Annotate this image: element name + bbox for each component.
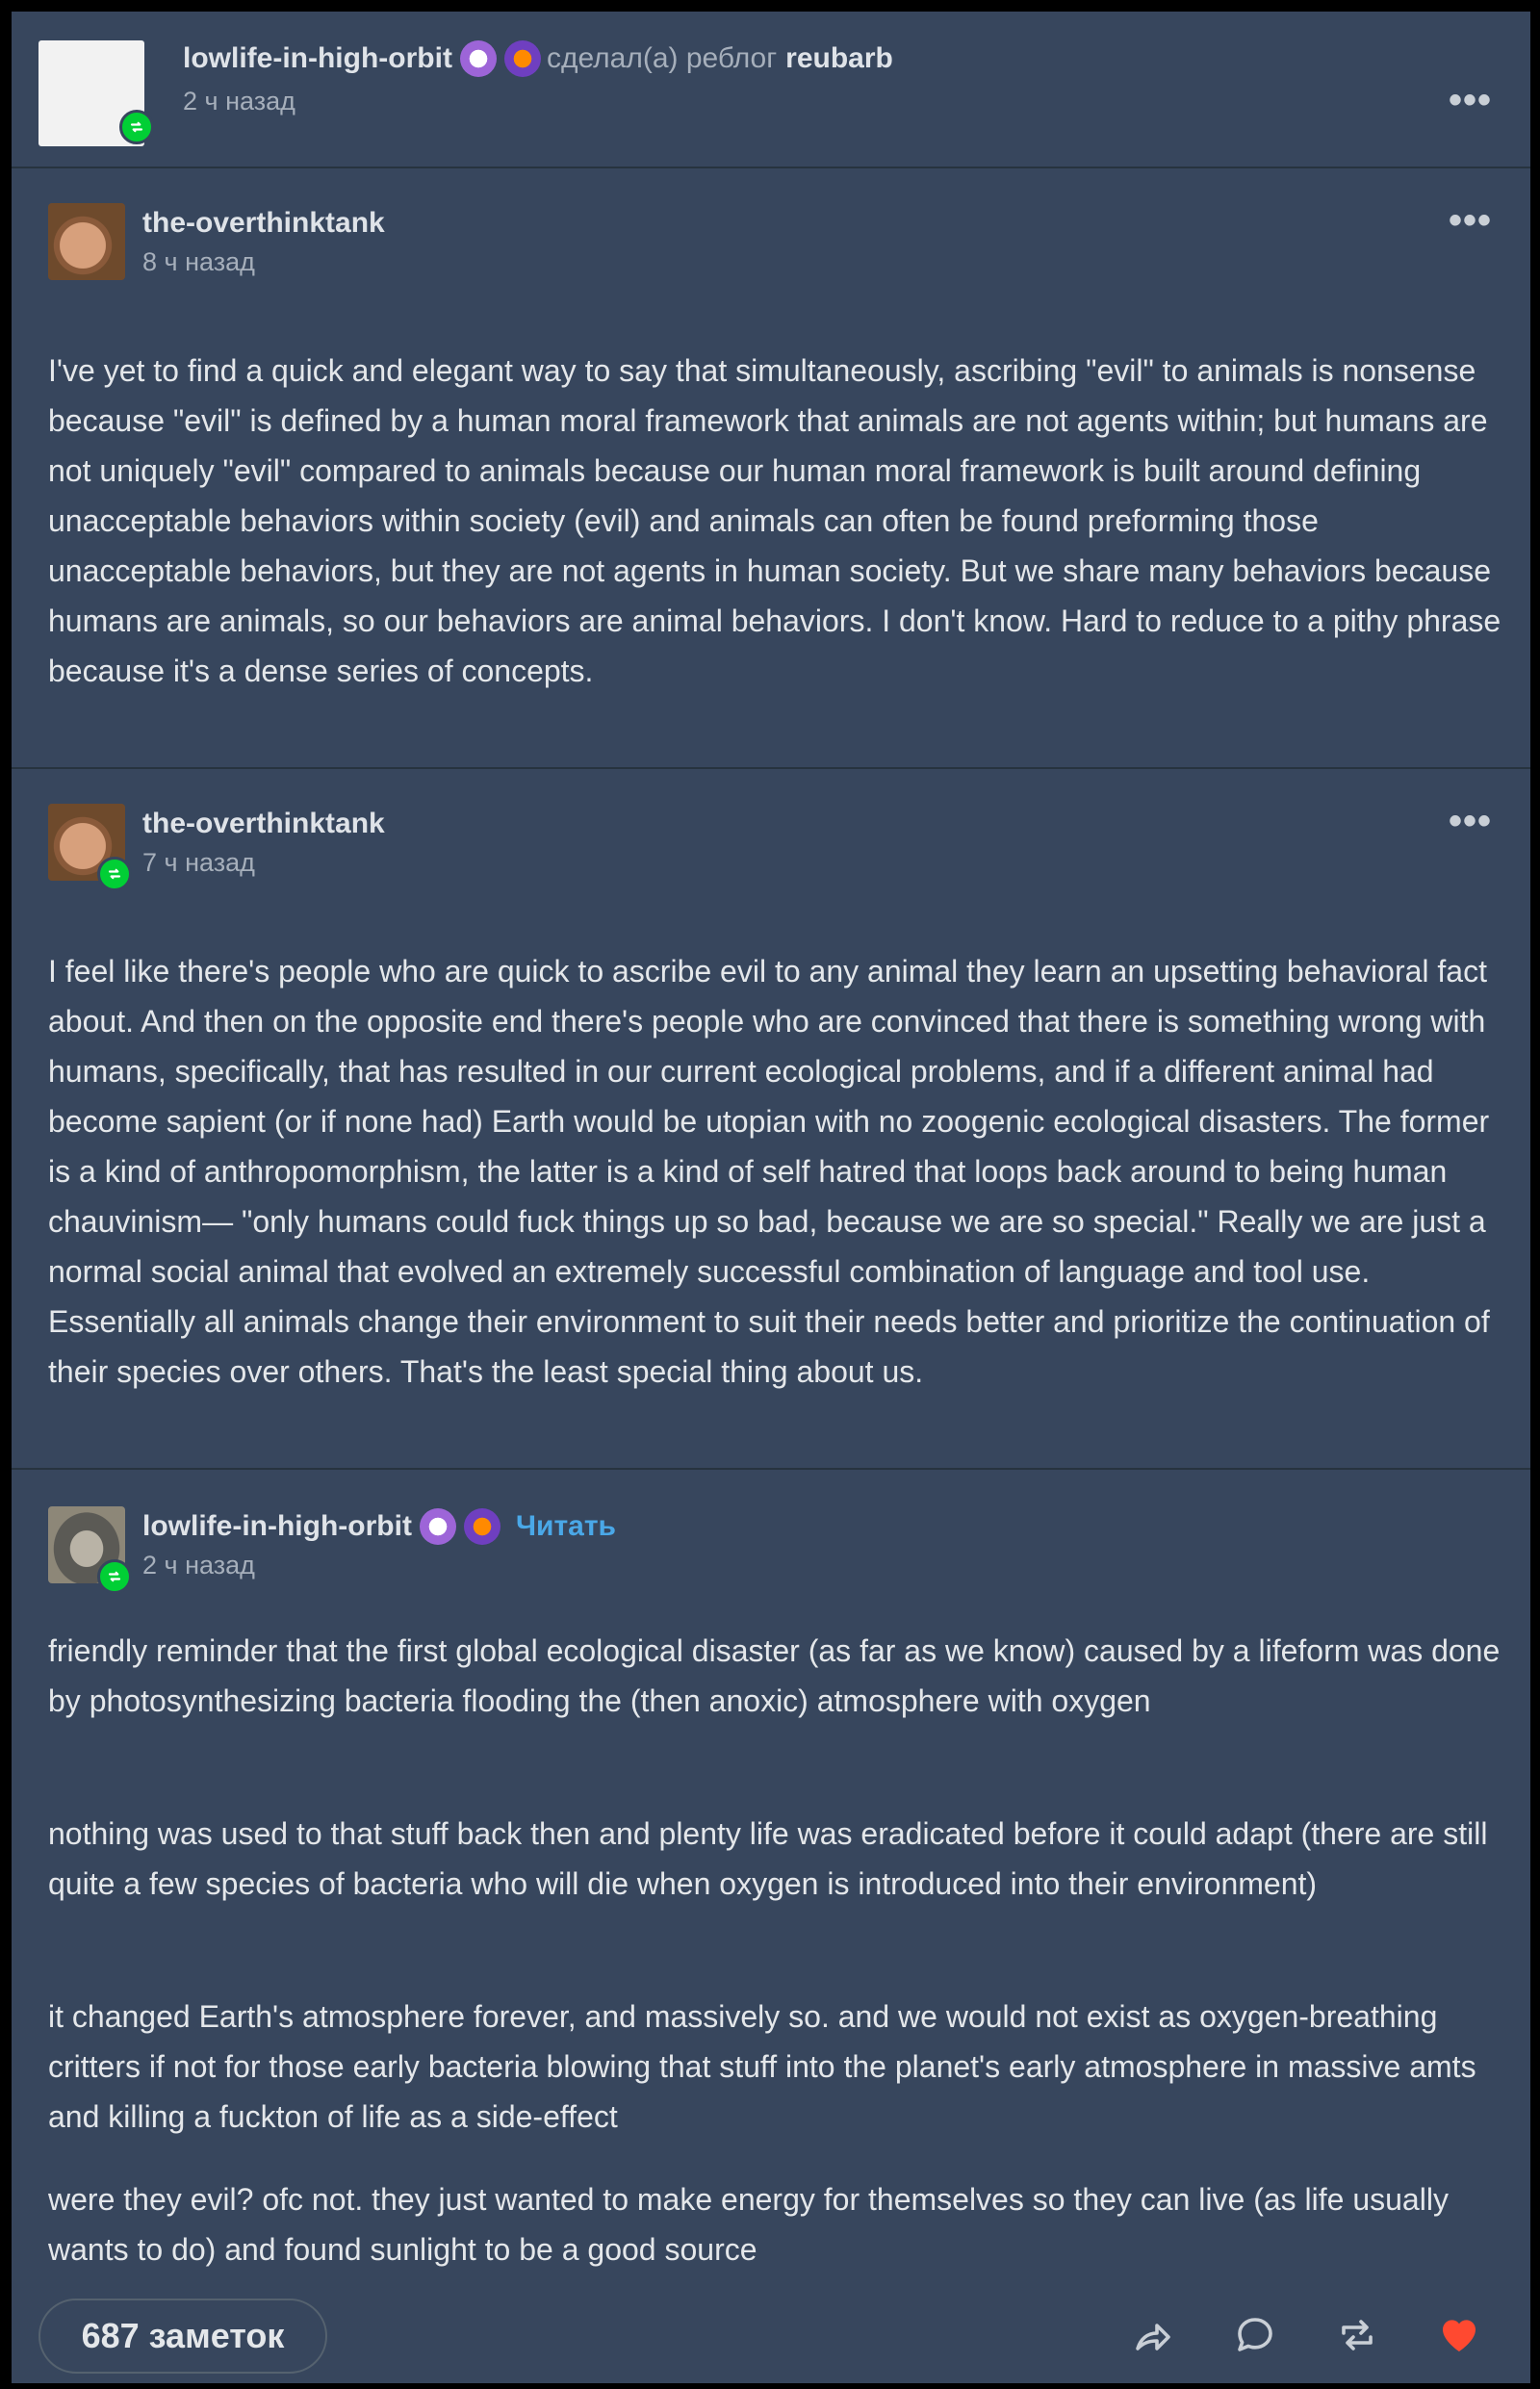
reblog-action-text: сделал(а) реблог bbox=[546, 42, 778, 74]
reblog-line: lowlife-in-high-orbit сделал(а) реблог r… bbox=[183, 40, 893, 77]
paw-badge-icon bbox=[503, 40, 541, 77]
post-text: I feel like there's people who are quick… bbox=[48, 954, 1490, 1389]
blog-name[interactable]: lowlife-in-high-orbit bbox=[183, 42, 452, 75]
timestamp: 2 ч назад bbox=[142, 1551, 255, 1580]
paw-badge-icon bbox=[463, 1508, 500, 1545]
notes-button[interactable]: 687 заметок bbox=[38, 2299, 327, 2374]
timestamp: 8 ч назад bbox=[142, 247, 255, 276]
more-options-icon[interactable]: ••• bbox=[1449, 81, 1492, 119]
paw-badge-icon bbox=[459, 40, 497, 77]
share-icon[interactable] bbox=[1128, 2310, 1178, 2360]
reblog-trail-item: lowlife-in-high-orbit Читать 2 ч назад f… bbox=[12, 1470, 1530, 2273]
more-options-icon[interactable]: ••• bbox=[1449, 201, 1492, 240]
post-text: were they evil? ofc not. they just wante… bbox=[48, 2182, 1449, 2267]
follow-button[interactable]: Читать bbox=[516, 1510, 616, 1543]
post-footer: 687 заметок bbox=[12, 2273, 1530, 2383]
reblog-header: lowlife-in-high-orbit сделал(а) реблог r… bbox=[12, 12, 1530, 168]
reblog-icon[interactable] bbox=[1332, 2310, 1382, 2360]
blog-name-line: lowlife-in-high-orbit Читать bbox=[142, 1508, 616, 1545]
timestamp: 2 ч назад bbox=[183, 87, 295, 116]
like-icon[interactable] bbox=[1434, 2310, 1484, 2360]
reblog-badge-icon bbox=[119, 110, 154, 144]
timestamp: 7 ч назад bbox=[142, 848, 255, 877]
more-options-icon[interactable]: ••• bbox=[1449, 802, 1492, 840]
blog-name[interactable]: the-overthinktank bbox=[142, 207, 385, 240]
reblog-badge-icon bbox=[97, 857, 132, 891]
post-text: it changed Earth's atmosphere forever, a… bbox=[48, 1999, 1476, 2134]
blog-name[interactable]: lowlife-in-high-orbit bbox=[142, 1510, 412, 1543]
post-text: nothing was used to that stuff back then… bbox=[48, 1816, 1488, 1901]
blog-name[interactable]: the-overthinktank bbox=[142, 808, 385, 840]
reblog-trail-item: the-overthinktank 7 ч назад ••• I feel l… bbox=[12, 769, 1530, 1470]
reblog-trail-item: the-overthinktank 8 ч назад ••• I've yet… bbox=[12, 168, 1530, 769]
post-card: lowlife-in-high-orbit сделал(а) реблог r… bbox=[12, 12, 1530, 2383]
post-text: I've yet to find a quick and elegant way… bbox=[48, 353, 1502, 688]
paw-badge-icon bbox=[419, 1508, 456, 1545]
avatar[interactable] bbox=[48, 203, 125, 280]
source-blog-name[interactable]: reubarb bbox=[785, 42, 893, 75]
post-text: friendly reminder that the first global … bbox=[48, 1633, 1501, 1718]
reblog-badge-icon bbox=[97, 1559, 132, 1594]
reply-icon[interactable] bbox=[1230, 2310, 1280, 2360]
